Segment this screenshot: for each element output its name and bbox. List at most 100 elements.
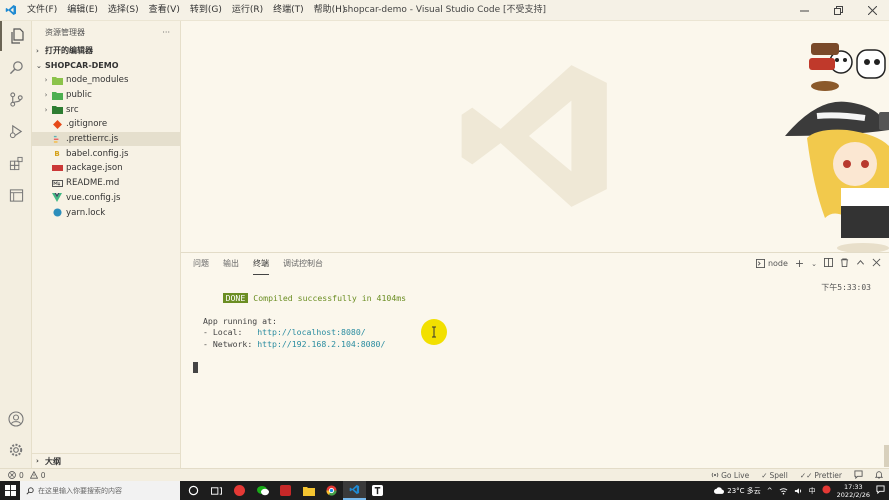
done-badge: DONE <box>222 292 249 303</box>
weather-text: 23°C 多云 <box>727 486 761 495</box>
chevron-right-icon: › <box>36 46 39 55</box>
tab-problems[interactable]: 问题 <box>193 254 209 274</box>
tab-output[interactable]: 输出 <box>223 254 239 274</box>
terminal-selector[interactable]: node <box>755 259 788 268</box>
explorer-button[interactable] <box>0 21 32 51</box>
tab-terminal[interactable]: 终端 <box>253 254 269 275</box>
wifi-icon[interactable] <box>779 487 788 495</box>
menu-file[interactable]: 文件(F) <box>22 0 62 21</box>
status-bar: 0 0 Go Live ✓ Spell ✓✓ Prettier <box>0 468 889 481</box>
tree-item-yarn-lock[interactable]: yarn.lock <box>32 205 180 220</box>
window-controls <box>787 0 889 21</box>
taskbar-app-red[interactable] <box>228 481 251 500</box>
editor-area[interactable] <box>181 21 889 252</box>
tree-item-gitignore[interactable]: .gitignore <box>32 117 180 132</box>
menu-help[interactable]: 帮助(H) <box>309 0 351 21</box>
notifications-button[interactable] <box>874 470 884 481</box>
task-view-button[interactable] <box>182 481 205 500</box>
start-button[interactable] <box>0 481 20 500</box>
restore-button[interactable] <box>821 0 855 21</box>
taskbar-app-taskview[interactable] <box>205 481 228 500</box>
settings-button[interactable] <box>0 435 32 465</box>
split-terminal-button[interactable] <box>824 258 833 269</box>
folder-icon <box>302 486 315 496</box>
menu-go[interactable]: 转到(G) <box>185 0 227 21</box>
taskbar-app-netease[interactable] <box>274 481 297 500</box>
terminal-cursor <box>193 361 198 373</box>
close-panel-button[interactable] <box>872 258 881 269</box>
typora-icon <box>372 485 383 496</box>
network-url-link[interactable]: http://192.168.2.104:8080/ <box>257 339 385 349</box>
account-icon <box>8 411 24 427</box>
panel-scrollbar[interactable] <box>884 445 889 467</box>
spell-label: Spell <box>769 470 788 480</box>
search-button[interactable] <box>0 52 32 82</box>
tree-item-vue-config[interactable]: vue.config.js <box>32 191 180 206</box>
system-tray: 23°C 多云 ^ 中 17:33 2022/2/26 <box>714 481 889 500</box>
taskbar-search[interactable]: 在这里输入你要搜索的内容 <box>20 481 180 500</box>
menu-run[interactable]: 运行(R) <box>227 0 268 21</box>
problems-indicator[interactable]: 0 0 <box>0 471 46 480</box>
terminal-output[interactable]: DONE Compiled successfully in 4104ms App … <box>193 279 881 373</box>
source-control-button[interactable] <box>0 84 32 114</box>
more-actions-button[interactable]: ··· <box>162 28 170 37</box>
project-section[interactable]: ⌄ SHOPCAR-DEMO <box>32 58 180 73</box>
extensions-button[interactable] <box>0 148 32 178</box>
taskbar-apps <box>182 481 389 500</box>
panel-view-button[interactable] <box>0 180 32 210</box>
system-clock[interactable]: 17:33 2022/2/26 <box>837 483 870 499</box>
tree-item-src[interactable]: › src <box>32 102 180 117</box>
new-terminal-button[interactable]: + <box>795 257 804 270</box>
taskbar-app-typora[interactable] <box>366 481 389 500</box>
taskbar-app-chrome[interactable] <box>320 481 343 500</box>
tree-item-readme[interactable]: README.md <box>32 176 180 191</box>
maximize-panel-button[interactable] <box>856 258 865 269</box>
vscode-logo-icon <box>0 0 22 21</box>
tray-chevron-icon[interactable]: ^ <box>767 487 773 495</box>
spell-button[interactable]: ✓ Spell <box>761 471 788 480</box>
chevron-down-icon: ⌄ <box>36 61 42 70</box>
tree-item-node-modules[interactable]: › node_modules <box>32 73 180 88</box>
terminal-name: node <box>767 259 788 268</box>
tree-item-prettierrc[interactable]: .prettierrc.js <box>32 131 180 147</box>
menu-terminal[interactable]: 终端(T) <box>268 0 309 21</box>
tab-debug-console[interactable]: 调试控制台 <box>283 254 323 274</box>
taskbar-app-vscode[interactable] <box>343 481 366 500</box>
ime-indicator[interactable]: 中 <box>809 486 816 496</box>
bottom-panel: 问题 输出 终端 调试控制台 node + ⌄ DONE Compiled suc… <box>181 252 889 468</box>
chevron-up-icon <box>856 259 865 265</box>
chevron-down-icon[interactable]: ⌄ <box>811 260 817 268</box>
menu-edit[interactable]: 编辑(E) <box>62 0 103 21</box>
run-debug-button[interactable] <box>0 116 32 146</box>
app-tray-icon[interactable] <box>822 485 831 496</box>
minimize-button[interactable] <box>787 0 821 21</box>
weather-widget[interactable]: 23°C 多云 <box>714 486 761 496</box>
project-name: SHOPCAR-DEMO <box>45 61 119 70</box>
open-editors-section[interactable]: › 打开的编辑器 <box>32 43 180 58</box>
go-live-label: Go Live <box>721 470 750 480</box>
chevron-right-icon: › <box>36 457 39 465</box>
menu-selection[interactable]: 选择(S) <box>103 0 144 21</box>
menu-view[interactable]: 查看(V) <box>144 0 185 21</box>
side-tab-handle[interactable] <box>879 112 889 130</box>
local-url-link[interactable]: http://localhost:8080/ <box>257 327 365 337</box>
tree-item-package-json[interactable]: package.json <box>32 161 180 176</box>
tree-item-public[interactable]: › public <box>32 88 180 103</box>
prettier-button[interactable]: ✓✓ Prettier <box>800 471 842 480</box>
clock-time: 17:33 <box>843 482 863 491</box>
markdown-icon <box>51 178 63 188</box>
taskbar-app-wechat[interactable] <box>251 481 274 500</box>
notification-center-button[interactable] <box>876 485 885 496</box>
cortana-icon <box>188 485 199 496</box>
feedback-icon <box>854 469 863 479</box>
feedback-button[interactable] <box>854 469 863 481</box>
volume-icon[interactable] <box>794 487 803 495</box>
taskbar-app-explorer[interactable] <box>297 481 320 500</box>
close-button[interactable] <box>855 0 889 21</box>
accounts-button[interactable] <box>0 404 32 434</box>
kill-terminal-button[interactable] <box>840 258 849 269</box>
go-live-button[interactable]: Go Live <box>711 471 749 480</box>
source-control-icon <box>9 91 23 107</box>
outline-section[interactable]: › 大纲 <box>32 453 181 468</box>
tree-item-babel-config[interactable]: B babel.config.js <box>32 146 180 161</box>
